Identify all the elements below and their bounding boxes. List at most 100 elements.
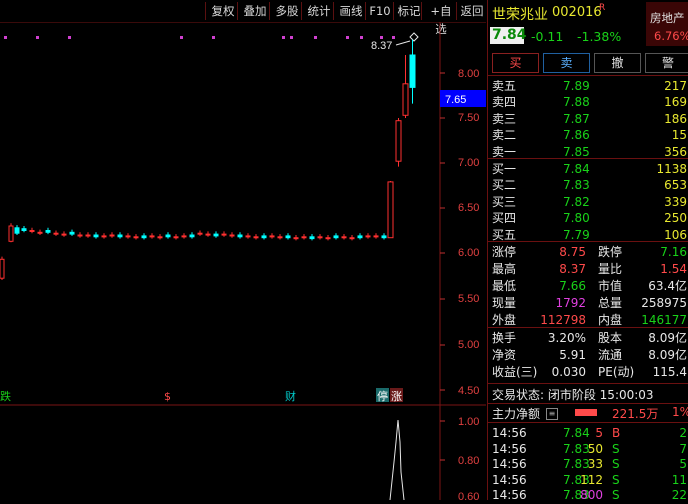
- draw-line-button[interactable]: 画线: [333, 2, 368, 20]
- book-volume: 15: [671, 128, 687, 143]
- candle: [285, 235, 291, 239]
- multi-stock-button[interactable]: 多股: [269, 2, 304, 20]
- stat-row: 换手 3.20% 股本 8.09亿: [488, 329, 688, 347]
- buy-button[interactable]: 买: [492, 53, 539, 73]
- book-volume: 339: [664, 194, 687, 209]
- statistics-button[interactable]: 统计: [301, 2, 336, 20]
- book-label: 卖五: [492, 79, 517, 93]
- candle: [237, 234, 243, 238]
- price-axis: 8.00 7.50 7.00 6.50 6.00 5.50 5.00 4.50: [458, 68, 479, 397]
- event-marker: 停: [377, 389, 388, 403]
- tick-row: 14:56 7.83 800 S 22: [488, 486, 688, 504]
- stat-label: 市值: [598, 279, 623, 293]
- stat-value: 7.66: [559, 279, 586, 293]
- book-row[interactable]: 卖四 7.88 169: [488, 93, 688, 111]
- candle: [173, 236, 179, 239]
- book-price: 7.87: [563, 111, 590, 126]
- candle: [14, 227, 20, 234]
- book-row[interactable]: 买四 7.80 250: [488, 209, 688, 227]
- stat-label: 跌停: [598, 245, 623, 259]
- price-tick: 5.50: [458, 293, 479, 305]
- stock-code: 002016: [552, 5, 602, 20]
- last-price: 7.84: [492, 27, 527, 43]
- candle: [117, 234, 123, 238]
- stat-value: 115.4: [652, 365, 687, 379]
- book-row[interactable]: 买三 7.82 339: [488, 193, 688, 211]
- book-row[interactable]: 买二 7.83 653: [488, 176, 688, 194]
- candle: [21, 228, 27, 231]
- volume-axis: 1.00 0.80 0.60: [440, 416, 479, 500]
- candle: [309, 236, 315, 240]
- stat-value: 0.030: [551, 365, 586, 379]
- quote-panel: 世荣兆业 002016 R 房地产 6.76% 7.84 -0.11 -1.38…: [487, 0, 688, 502]
- stat-label: 涨停: [492, 245, 517, 259]
- book-price: 7.89: [563, 79, 590, 93]
- stat-label: 收益(三): [492, 365, 538, 379]
- price-tick: 8.00: [458, 68, 479, 80]
- stat-value: 258975: [641, 296, 687, 310]
- candle: [357, 235, 363, 239]
- candle: [402, 83, 409, 116]
- current-price-tag: 7.65: [445, 94, 466, 106]
- price-tick: 7.00: [458, 157, 479, 169]
- mark-button[interactable]: 标记: [393, 2, 424, 20]
- book-label: 卖四: [492, 95, 517, 110]
- book-volume: 1138: [656, 162, 687, 176]
- menu-icon[interactable]: ≡: [546, 408, 558, 420]
- book-price: 7.82: [563, 194, 590, 209]
- stat-label: 最低: [492, 279, 517, 293]
- overlay-button[interactable]: 叠加: [237, 2, 272, 20]
- stat-value: 3.20%: [547, 331, 586, 345]
- back-button[interactable]: 返回: [456, 2, 487, 20]
- candle: [189, 234, 195, 238]
- candle: [85, 234, 91, 237]
- sell-button[interactable]: 卖: [543, 53, 590, 73]
- kline-chart[interactable]: 8.00 7.50 7.00 6.50 6.00 5.50 5.00 4.50 …: [0, 22, 486, 500]
- stat-row: 涨停 8.75 跌停 7.16: [488, 243, 688, 261]
- f10-button[interactable]: F10: [365, 2, 394, 20]
- stat-row: 净资 5.91 流通 8.09亿: [488, 346, 688, 364]
- candle: [365, 235, 371, 238]
- fuquan-button[interactable]: 复权: [205, 2, 240, 20]
- high-pointer: [395, 40, 411, 46]
- stat-label: 量比: [598, 262, 623, 276]
- candle: [301, 236, 307, 239]
- stat-value: 8.75: [559, 245, 586, 259]
- main-flow-pct: 1%: [672, 405, 688, 419]
- add-watchlist-button[interactable]: +自选: [421, 2, 460, 36]
- alert-button[interactable]: 警: [645, 53, 688, 73]
- candle: [277, 236, 283, 239]
- stat-label: PE(动): [598, 365, 635, 379]
- cancel-order-button[interactable]: 撤: [594, 53, 641, 73]
- book-row[interactable]: 卖三 7.87 186: [488, 110, 688, 128]
- industry-box[interactable]: 房地产 6.76%: [646, 2, 688, 46]
- candle: [333, 235, 339, 239]
- price-tick: 4.50: [458, 385, 479, 397]
- book-label: 买一: [492, 162, 517, 176]
- candle: [213, 233, 219, 237]
- book-row[interactable]: 买一 7.84 1138: [488, 160, 688, 178]
- book-row[interactable]: 卖五 7.89 217: [488, 77, 688, 95]
- candle: [141, 235, 147, 239]
- event-marker: 财: [285, 389, 296, 403]
- book-row[interactable]: 卖二 7.86 15: [488, 126, 688, 144]
- tick-count: 22: [671, 488, 687, 502]
- candle: [269, 235, 275, 238]
- event-marker: $: [164, 390, 171, 403]
- stock-badge: R: [599, 3, 606, 13]
- candle: [349, 237, 355, 240]
- candle: [373, 235, 379, 238]
- book-label: 卖二: [492, 128, 517, 143]
- stat-row: 最低 7.66 市值 63.4亿: [488, 277, 688, 295]
- candle: [317, 236, 323, 239]
- stat-row: 收益(三) 0.030 PE(动) 115.4: [488, 363, 688, 381]
- event-marker: 涨: [391, 390, 402, 403]
- industry-name: 房地产: [650, 11, 685, 25]
- book-volume: 186: [664, 111, 687, 126]
- book-label: 买四: [492, 211, 517, 226]
- candle: [69, 231, 75, 235]
- stat-label: 净资: [492, 348, 517, 362]
- candles: [0, 39, 416, 280]
- stat-label: 最高: [492, 262, 517, 276]
- candle: [245, 235, 251, 238]
